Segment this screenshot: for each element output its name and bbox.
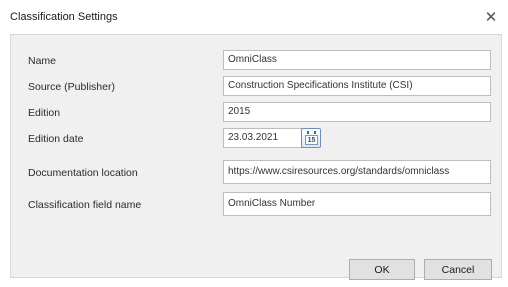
edition-date-field[interactable]: 23.03.2021	[223, 128, 307, 148]
cancel-button[interactable]: Cancel	[424, 259, 492, 280]
calendar-day-number: 15	[305, 135, 318, 145]
classification-settings-dialog: Classification Settings ✕ Name OmniClass…	[0, 0, 508, 287]
ok-button[interactable]: OK	[349, 259, 415, 280]
documentation-field[interactable]: https://www.csiresources.org/standards/o…	[223, 160, 491, 184]
calendar-ring-right	[314, 131, 316, 134]
source-label: Source (Publisher)	[28, 81, 115, 93]
name-field[interactable]: OmniClass	[223, 50, 491, 70]
edition-field[interactable]: 2015	[223, 102, 491, 122]
settings-panel: Name OmniClass Source (Publisher) Constr…	[10, 34, 502, 280]
calendar-icon[interactable]: 15	[301, 128, 321, 148]
edition-date-label: Edition date	[28, 133, 84, 145]
close-icon[interactable]: ✕	[480, 6, 502, 28]
source-field[interactable]: Construction Specifications Institute (C…	[223, 76, 491, 96]
classification-field-name-field[interactable]: OmniClass Number	[223, 192, 491, 216]
classification-field-label: Classification field name	[28, 199, 142, 211]
title-bar: Classification Settings ✕	[0, 0, 508, 34]
name-label: Name	[28, 55, 57, 67]
calendar-ring-left	[307, 131, 309, 134]
dialog-title: Classification Settings	[10, 11, 118, 23]
edition-label: Edition	[28, 107, 61, 119]
documentation-label: Documentation location	[28, 167, 138, 179]
